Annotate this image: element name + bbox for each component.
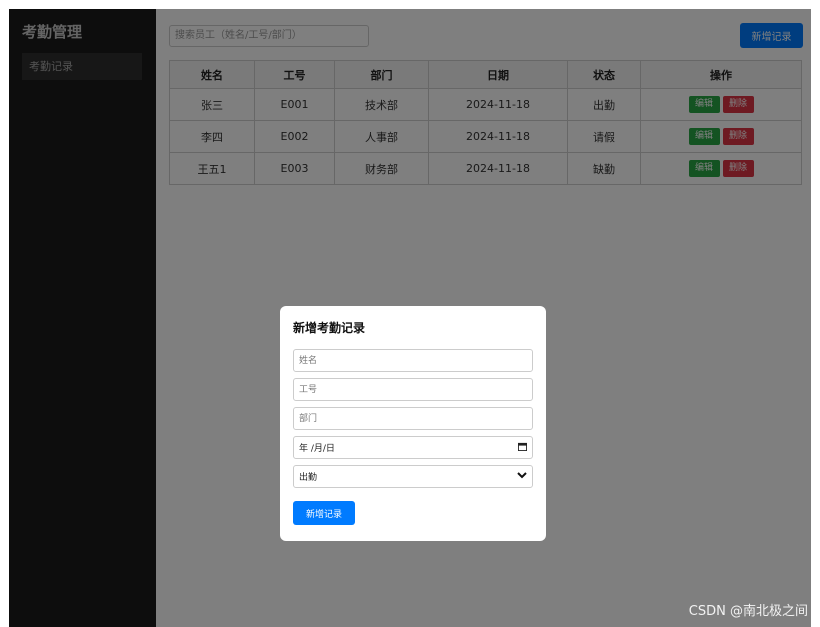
date-placeholder: 年 /月/日: [299, 444, 335, 454]
watermark: CSDN @南北极之间: [688, 604, 808, 619]
status-select[interactable]: 出勤: [293, 465, 533, 488]
calendar-icon[interactable]: [518, 442, 527, 454]
name-field[interactable]: [293, 349, 533, 372]
chevron-down-icon: [517, 471, 527, 482]
modal-title: 新增考勤记录: [293, 321, 366, 335]
department-field[interactable]: [293, 407, 533, 430]
submit-record-button[interactable]: 新增记录: [293, 501, 355, 525]
add-record-modal: 新增考勤记录 年 /月/日 出勤 新增记录: [280, 306, 546, 541]
date-field[interactable]: 年 /月/日: [293, 436, 533, 459]
status-selected: 出勤: [299, 473, 318, 483]
employee-id-field[interactable]: [293, 378, 533, 401]
